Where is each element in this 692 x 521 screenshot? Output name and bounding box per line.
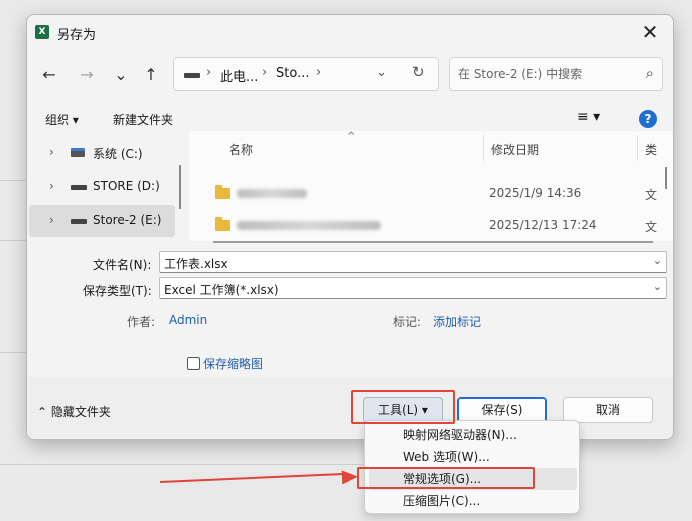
chevron-down-icon[interactable]: ⌄	[653, 254, 662, 267]
background-divider	[0, 240, 26, 241]
windows-drive-icon	[71, 148, 85, 157]
blurred-file-name	[237, 221, 381, 230]
filetype-value[interactable]: Excel 工作簿(*.xlsx)	[164, 281, 279, 298]
recent-locations-chevron-icon[interactable]: ⌄	[111, 65, 131, 85]
annotation-arrow-head-icon	[341, 469, 359, 485]
up-arrow-icon[interactable]: ↑	[141, 65, 161, 85]
breadcrumb-store[interactable]: Sto...	[276, 66, 309, 81]
author-label: 作者:	[127, 315, 156, 329]
breadcrumb-separator: ›	[262, 65, 268, 80]
drive-icon	[184, 73, 200, 78]
tags-label: 标记:	[393, 315, 422, 329]
annotation-box-tools	[351, 390, 455, 424]
column-header-type[interactable]: 类	[645, 141, 657, 158]
view-options-icon[interactable]: ≡ ▾	[577, 109, 600, 125]
search-icon[interactable]: ⌕	[646, 64, 654, 82]
tree-item-label: STORE (D:)	[93, 179, 160, 193]
file-type: 文	[645, 188, 658, 202]
save-thumbnail-label[interactable]: 保存缩略图	[203, 355, 263, 372]
save-as-dialog: X 另存为 ✕ ← → ⌄ ↑ › 此电... › Sto... › ⌄ ↻ ⌕…	[26, 14, 674, 440]
excel-icon: X	[35, 25, 49, 39]
background-divider	[0, 352, 26, 353]
forward-arrow-icon[interactable]: →	[77, 65, 97, 85]
horizontal-scrollbar[interactable]	[27, 241, 673, 251]
tree-item-label: Store-2 (E:)	[93, 213, 162, 227]
column-divider[interactable]	[637, 135, 638, 161]
search-box[interactable]: ⌕	[449, 57, 663, 91]
tree-scrollbar[interactable]	[179, 165, 181, 209]
menu-item-compress-pictures[interactable]: 压缩图片(C)...	[369, 490, 577, 512]
back-arrow-icon[interactable]: ←	[39, 65, 59, 85]
search-input[interactable]	[458, 65, 628, 83]
address-bar[interactable]: › 此电... › Sto... › ⌄ ↻	[173, 57, 439, 91]
blurred-file-name	[237, 189, 307, 198]
chevron-down-icon[interactable]: ⌄	[653, 280, 662, 293]
filename-field[interactable]: 工作表.xlsx ⌄	[159, 251, 667, 273]
menu-item-map-network-drive[interactable]: 映射网络驱动器(N)...	[369, 424, 577, 446]
file-list-scrollbar[interactable]	[665, 167, 667, 189]
column-divider[interactable]	[483, 135, 484, 161]
drive-icon	[71, 219, 87, 224]
tree-item-store-d[interactable]: › STORE (D:)	[29, 171, 175, 203]
menu-item-web-options[interactable]: Web 选项(W)...	[369, 446, 577, 468]
tree-item-store2-e[interactable]: › Store-2 (E:)	[29, 205, 175, 237]
filename-value[interactable]: 工作表.xlsx	[164, 255, 228, 272]
tree-item-system-c[interactable]: › 系统 (C:)	[29, 137, 175, 169]
refresh-icon[interactable]: ↻	[412, 63, 425, 81]
breadcrumb-separator: ›	[316, 65, 322, 80]
help-icon[interactable]: ?	[639, 110, 657, 128]
close-button[interactable]: ✕	[635, 19, 665, 45]
tree-item-label: 系统 (C:)	[93, 147, 143, 161]
folder-icon	[215, 217, 230, 231]
dialog-title: 另存为	[57, 28, 97, 43]
cancel-button[interactable]: 取消	[563, 397, 653, 423]
expand-chevron-icon[interactable]: ›	[49, 213, 54, 227]
add-tags-field[interactable]: 添加标记	[433, 313, 481, 330]
file-type: 文	[645, 220, 658, 234]
background-divider	[0, 180, 26, 181]
organize-menu-button[interactable]: 组织 ▾	[45, 111, 79, 128]
hide-folders-button[interactable]: ⌃ 隐藏文件夹	[37, 403, 111, 420]
file-modified-date: 2025/12/13 17:24	[489, 218, 597, 232]
column-header-modified[interactable]: 修改日期	[491, 141, 539, 158]
column-header-name[interactable]: 名称	[229, 141, 253, 158]
background-divider	[0, 464, 364, 465]
new-folder-button[interactable]: 新建文件夹	[113, 111, 173, 128]
breadcrumb-this-pc[interactable]: 此电...	[220, 66, 258, 85]
scrollbar-thumb[interactable]	[213, 241, 653, 243]
folder-icon	[215, 185, 230, 199]
annotation-box-general-options	[357, 467, 535, 489]
navigation-tree: › 系统 (C:) › STORE (D:) › Store-2 (E:)	[27, 133, 177, 241]
author-field[interactable]: Admin	[169, 313, 207, 327]
expand-chevron-icon[interactable]: ›	[49, 145, 54, 159]
drive-icon	[71, 185, 87, 190]
save-thumbnail-checkbox[interactable]	[187, 357, 200, 370]
expand-chevron-icon[interactable]: ›	[49, 179, 54, 193]
navigation-bar: ← → ⌄ ↑ › 此电... › Sto... › ⌄ ↻ ⌕	[27, 55, 673, 95]
file-list: ^ 名称 修改日期 类 2025/1/9 14:36 文 2025/12/13 …	[189, 131, 673, 241]
sort-indicator-icon: ^	[347, 131, 356, 142]
file-modified-date: 2025/1/9 14:36	[489, 186, 582, 200]
filetype-select[interactable]: Excel 工作簿(*.xlsx) ⌄	[159, 277, 667, 299]
filetype-label: 保存类型(T):	[83, 284, 152, 298]
file-row[interactable]: 2025/1/9 14:36 文	[189, 179, 669, 209]
address-dropdown-icon[interactable]: ⌄	[376, 65, 387, 80]
filename-label: 文件名(N):	[93, 258, 152, 272]
annotation-arrow-line	[159, 472, 346, 483]
file-row[interactable]: 2025/12/13 17:24 文	[189, 211, 669, 241]
breadcrumb-separator: ›	[206, 65, 212, 80]
title-bar: X 另存为 ✕	[27, 15, 673, 49]
